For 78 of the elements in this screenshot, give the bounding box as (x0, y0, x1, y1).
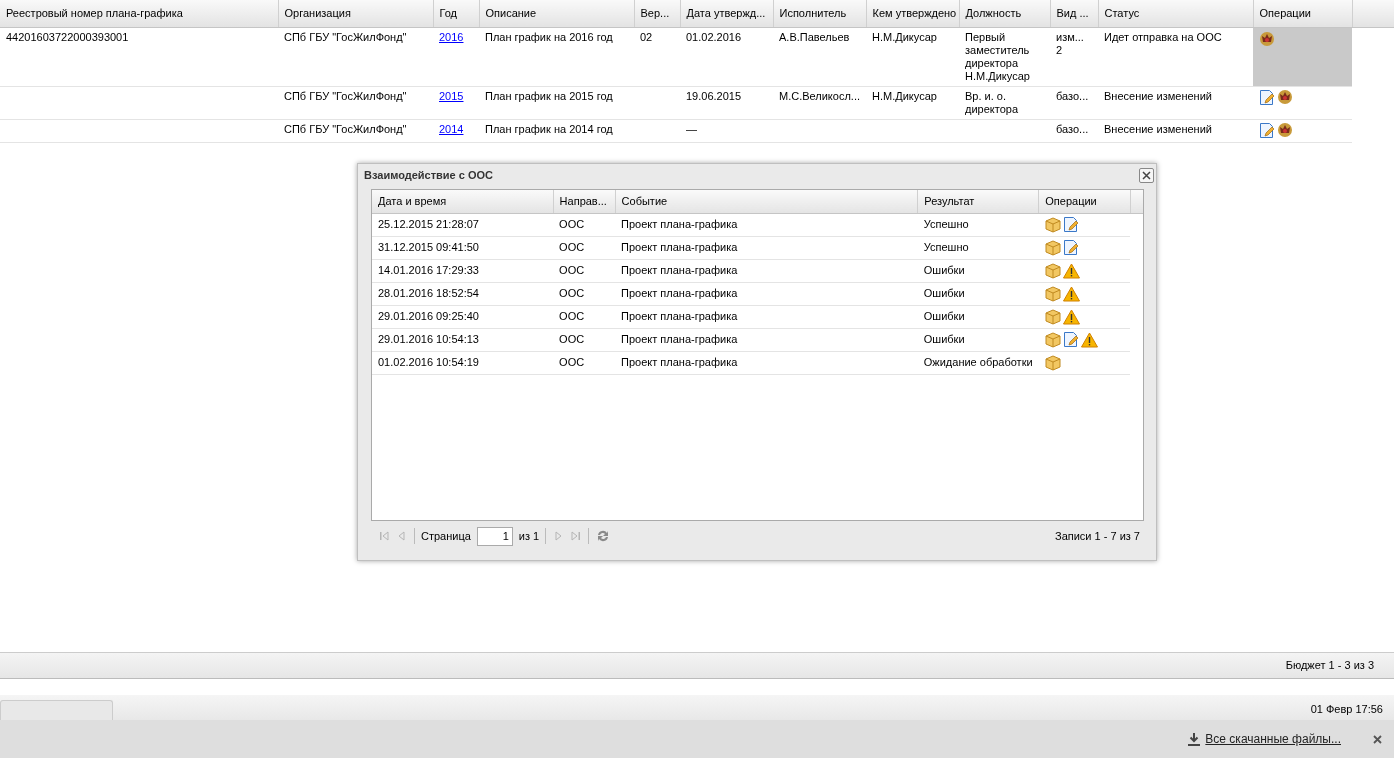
table-cell: 29.01.2016 10:54:13 (372, 328, 554, 351)
column-header[interactable]: Операции (1253, 0, 1352, 27)
year-link[interactable]: 2015 (439, 89, 464, 102)
table-cell: СПб ГБУ "ГосЖилФонд" (278, 27, 433, 86)
table-cell: План график на 2015 год (479, 86, 634, 119)
table-cell: Н.М.Дикусар (866, 86, 959, 119)
table-cell: Ошибки (917, 328, 1039, 351)
table-cell: 29.01.2016 09:25:40 (372, 305, 554, 328)
table-cell: Успешно (917, 236, 1039, 259)
table-cell: Первый заместитель директора Н.М.Дикусар (959, 27, 1050, 86)
table-cell: ООС (553, 351, 616, 374)
table-cell: Внесение изменений (1098, 86, 1253, 119)
table-cell: Проект плана-графика (615, 213, 918, 236)
table-cell: Ошибки (917, 282, 1039, 305)
table-cell: План график на 2016 год (479, 27, 634, 86)
table-cell: 28.01.2016 18:52:54 (372, 282, 554, 305)
table-cell: Н.М.Дикусар (866, 27, 959, 86)
table-cell: СПб ГБУ "ГосЖилФонд" (278, 86, 433, 119)
table-cell: СПб ГБУ "ГосЖилФонд" (278, 119, 433, 142)
table-cell: ООС (553, 282, 616, 305)
table-cell: Внесение изменений (1098, 119, 1253, 142)
table-cell: 14.01.2016 17:29:33 (372, 259, 554, 282)
table-cell: ООС (553, 328, 616, 351)
clock: 01 Февр 17:56 (1310, 701, 1383, 717)
table-cell: 01.02.2016 10:54:19 (372, 351, 554, 374)
table-cell: Ожидание обработки (917, 351, 1039, 374)
table-cell: базо... (1050, 119, 1098, 142)
column-header[interactable]: Результат (917, 190, 1039, 213)
column-header[interactable]: Реестровый номер плана-графика (0, 0, 278, 27)
downloads-link[interactable]: Все скачанные файлы... (1187, 730, 1341, 748)
table-cell: ООС (553, 305, 616, 328)
table-cell: изм... 2 (1050, 27, 1098, 86)
column-header[interactable]: Направ... (553, 190, 616, 213)
table-cell: Проект плана-графика (615, 328, 918, 351)
table-cell: ООС (553, 236, 616, 259)
table-cell: 25.12.2015 21:28:07 (372, 213, 554, 236)
column-header[interactable]: Операции (1038, 190, 1131, 213)
year-link[interactable]: 2014 (439, 122, 464, 135)
table-cell: ООС (553, 259, 616, 282)
table-cell: 01.02.2016 (680, 27, 773, 86)
page-label: Страница (421, 528, 471, 544)
column-header[interactable]: Исполнитель (773, 0, 866, 27)
page-count: из 1 (518, 528, 540, 544)
table-cell: Проект плана-графика (615, 236, 918, 259)
column-header[interactable]: Дата и время (372, 190, 554, 213)
column-header[interactable]: Вид ... (1050, 0, 1098, 27)
column-header[interactable]: Дата утвержд... (680, 0, 773, 27)
record-count: Бюджет 1 - 3 из 3 (1285, 658, 1374, 674)
record-count: Записи 1 - 7 из 7 (1055, 528, 1140, 544)
column-header[interactable]: Должность (959, 0, 1050, 27)
year-link[interactable]: 2016 (439, 30, 464, 43)
table-cell: Проект плана-графика (615, 305, 918, 328)
table-cell: Проект плана-графика (615, 259, 918, 282)
table-cell: Вр. и. о. директора (959, 86, 1050, 119)
table-cell: А.В.Павельев (773, 27, 866, 86)
table-cell: 02 (634, 27, 680, 86)
table-cell: 31.12.2015 09:41:50 (372, 236, 554, 259)
table-cell: 44201603722000393001 (0, 27, 278, 86)
table-cell: ООС (553, 213, 616, 236)
column-header[interactable]: Статус (1098, 0, 1253, 27)
column-header[interactable]: Кем утверждено (866, 0, 959, 27)
column-header[interactable]: Организация (278, 0, 433, 27)
column-header[interactable]: Год (433, 0, 479, 27)
table-cell: Ошибки (917, 305, 1039, 328)
column-header[interactable]: Событие (615, 190, 918, 213)
table-cell: Ошибки (917, 259, 1039, 282)
table-cell: 19.06.2015 (680, 86, 773, 119)
column-header[interactable]: Описание (479, 0, 634, 27)
table-cell: Проект плана-графика (615, 351, 918, 374)
table-cell: М.С.Великосл... (773, 86, 866, 119)
table-cell: базо... (1050, 86, 1098, 119)
dialog-title: Взаимодействие с ООС (364, 168, 493, 184)
table-cell: Проект плана-графика (615, 282, 918, 305)
table-cell: План график на 2014 год (479, 119, 634, 142)
table-cell: Успешно (917, 213, 1039, 236)
column-header[interactable]: Вер... (634, 0, 680, 27)
table-cell: — (680, 119, 773, 142)
page-field[interactable]: 1 (476, 526, 513, 546)
